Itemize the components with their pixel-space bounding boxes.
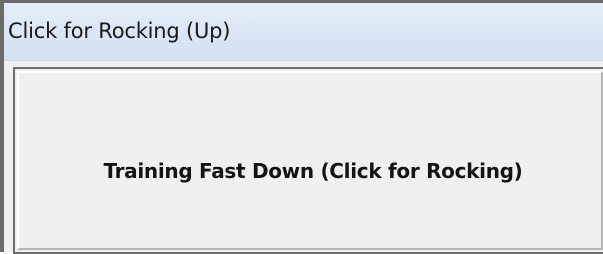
title-bar[interactable]: Click for Rocking (Up) [4, 3, 603, 61]
rocking-toggle-button-label: Training Fast Down (Click for Rocking) [103, 159, 523, 183]
rocking-toggle-button[interactable]: Training Fast Down (Click for Rocking) [17, 71, 603, 250]
rocking-toggle-button-frame: Training Fast Down (Click for Rocking) [13, 67, 603, 254]
client-area: Training Fast Down (Click for Rocking) [4, 61, 603, 254]
window-title: Click for Rocking (Up) [8, 19, 231, 43]
app-window: Click for Rocking (Up) Training Fast Dow… [0, 0, 603, 254]
